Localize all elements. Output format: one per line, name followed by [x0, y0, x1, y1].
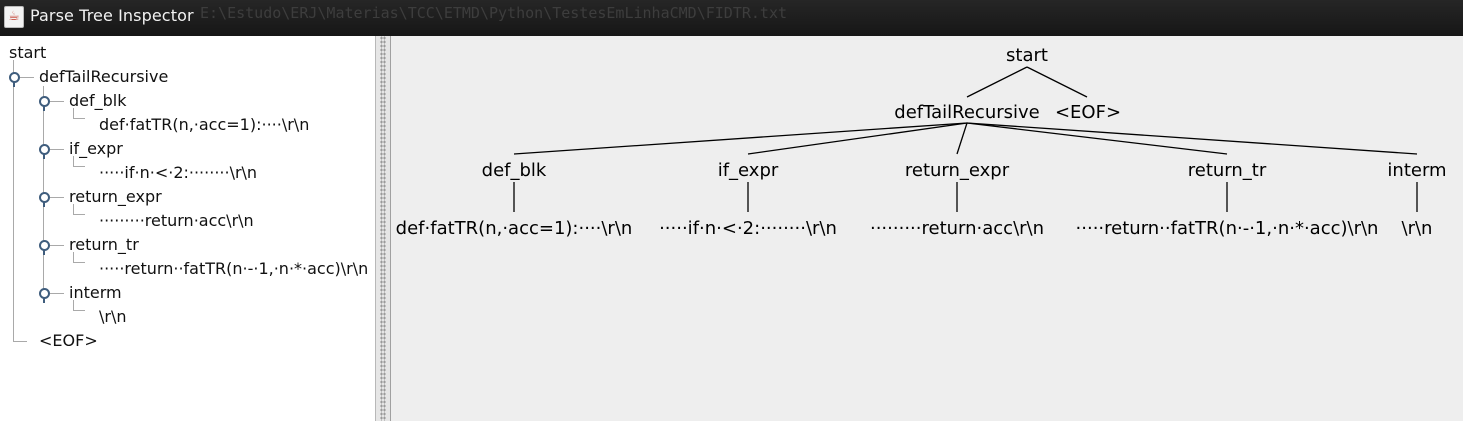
- graph-leaf-interm[interactable]: \r\n: [1402, 218, 1433, 240]
- background-window-path: E:\Estudo\ERJ\Materias\TCC\ETMD\Python\T…: [200, 4, 787, 22]
- split-pane-divider[interactable]: [376, 36, 391, 421]
- tree-guide-line: [73, 262, 85, 263]
- window-title: Parse Tree Inspector: [30, 6, 194, 25]
- tree-expand-handle-icon[interactable]: [39, 192, 50, 207]
- tree-node-return-expr[interactable]: return_expr: [69, 185, 162, 209]
- tree-leaf-return-expr[interactable]: ·········return·acc\r\n: [99, 209, 254, 233]
- tree-node-start[interactable]: start: [9, 41, 46, 65]
- graph-node-def-blk[interactable]: def_blk: [482, 160, 547, 182]
- parse-tree-view[interactable]: start defTailRecursive def_blk def·fatTR…: [0, 36, 376, 421]
- tree-expand-handle-icon[interactable]: [39, 240, 50, 255]
- java-app-icon[interactable]: ☕: [4, 6, 24, 28]
- tree-guide-line: [50, 293, 64, 294]
- tree-expand-handle-icon[interactable]: [9, 72, 20, 87]
- tree-leaf-interm[interactable]: \r\n: [99, 305, 127, 329]
- tree-guide-line: [20, 77, 34, 78]
- tree-leaf-if-expr[interactable]: ·····if·n·<·2:········\r\n: [99, 161, 257, 185]
- graph-leaf-if-expr[interactable]: ·····if·n·<·2:········\r\n: [659, 218, 837, 240]
- divider-grip[interactable]: [380, 36, 386, 421]
- tree-node-interm[interactable]: interm: [69, 281, 122, 305]
- graph-node-eof[interactable]: <EOF>: [1055, 102, 1121, 124]
- title-bar: ☕ Parse Tree Inspector E:\Estudo\ERJ\Mat…: [0, 0, 1463, 36]
- tree-guide-line: [73, 118, 85, 119]
- graph-leaf-return-tr[interactable]: ·····return··fatTR(n·-·1,·n·*·acc)\r\n: [1076, 218, 1379, 240]
- tree-guide-line: [73, 310, 85, 311]
- tree-leaf-def-blk[interactable]: def·fatTR(n,·acc=1):····\r\n: [99, 113, 309, 137]
- graph-leaf-return-expr[interactable]: ·········return·acc\r\n: [870, 218, 1044, 240]
- tree-node-if-expr[interactable]: if_expr: [69, 137, 123, 161]
- graph-leaf-def-blk[interactable]: def·fatTR(n,·acc=1):····\r\n: [396, 218, 633, 240]
- tree-guide-line: [50, 149, 64, 150]
- tree-leaf-return-tr[interactable]: ·····return··fatTR(n·-·1,·n·*·acc)\r\n: [99, 257, 368, 281]
- graph-node-if-expr[interactable]: if_expr: [718, 160, 779, 182]
- graph-node-defTailRecursive[interactable]: defTailRecursive: [894, 102, 1039, 124]
- tree-guide-line: [50, 245, 64, 246]
- tree-guide-line: [50, 101, 64, 102]
- tree-expand-handle-icon[interactable]: [39, 288, 50, 303]
- tree-node-def-blk[interactable]: def_blk: [69, 89, 127, 113]
- tree-guide-line: [13, 341, 27, 342]
- graph-node-interm[interactable]: interm: [1387, 160, 1446, 182]
- parse-tree-graph[interactable]: start defTailRecursive <EOF> def_blk if_…: [391, 36, 1463, 421]
- tree-expand-handle-icon[interactable]: [39, 144, 50, 159]
- tree-node-defTailRecursive[interactable]: defTailRecursive: [39, 65, 168, 89]
- tree-guide-line: [43, 86, 44, 294]
- tree-expand-handle-icon[interactable]: [39, 96, 50, 111]
- tree-guide-line: [50, 197, 64, 198]
- tree-guide-line: [73, 214, 85, 215]
- graph-node-return-expr[interactable]: return_expr: [905, 160, 1009, 182]
- graph-node-return-tr[interactable]: return_tr: [1188, 160, 1267, 182]
- tree-node-return-tr[interactable]: return_tr: [69, 233, 139, 257]
- graph-node-start[interactable]: start: [1006, 45, 1048, 67]
- tree-node-eof[interactable]: <EOF>: [39, 329, 98, 353]
- tree-guide-line: [73, 166, 85, 167]
- tree-guide-line: [13, 60, 14, 342]
